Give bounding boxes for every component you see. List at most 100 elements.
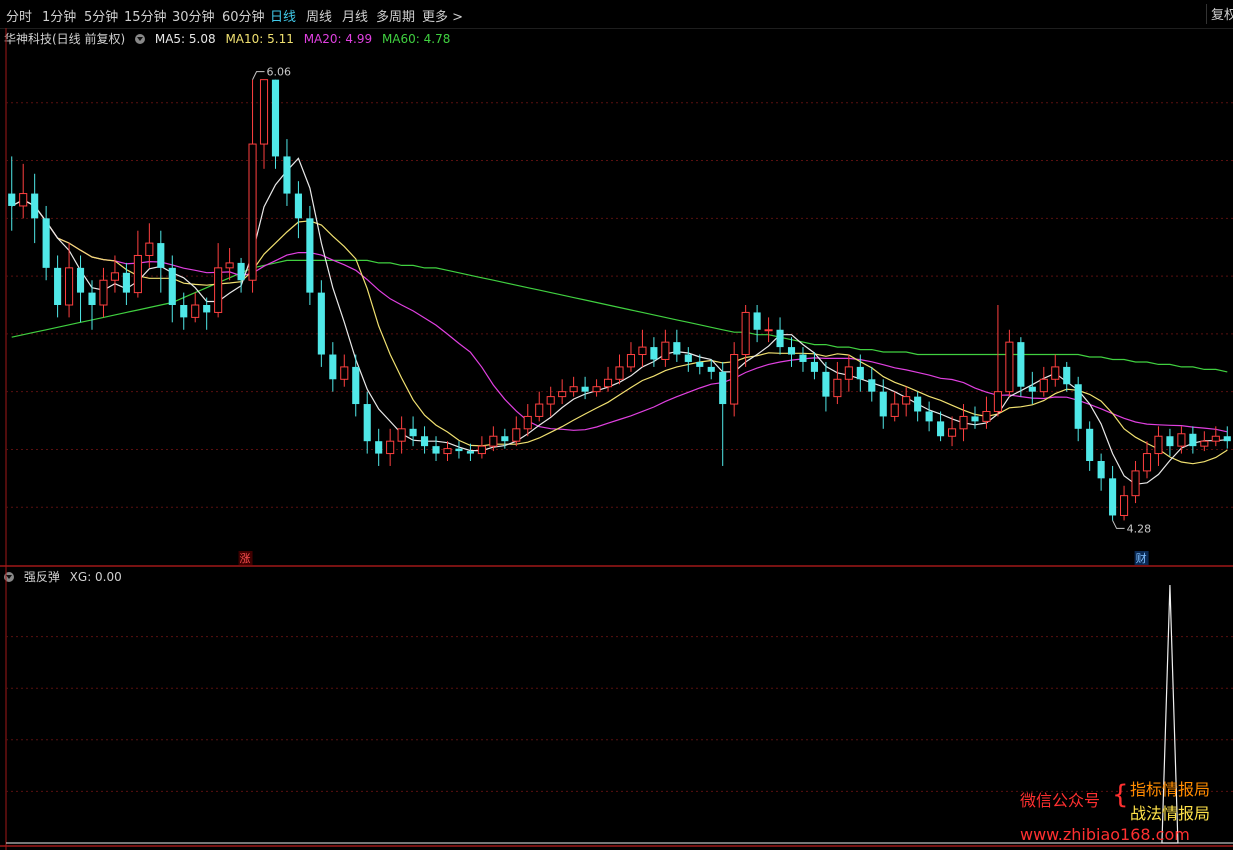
candle-body bbox=[603, 378, 613, 388]
candle-body bbox=[225, 262, 234, 269]
candle-body bbox=[65, 267, 74, 306]
candle-body bbox=[810, 361, 818, 372]
candle-body bbox=[741, 311, 750, 356]
candle-body bbox=[1028, 386, 1036, 392]
badge-up: 涨 bbox=[240, 552, 251, 565]
candle-body bbox=[914, 396, 922, 412]
candle-body bbox=[1005, 341, 1014, 393]
candle-body bbox=[581, 386, 589, 392]
candle-body bbox=[523, 415, 532, 430]
candle-body bbox=[1142, 453, 1152, 472]
candle-body bbox=[133, 254, 142, 294]
candle-body bbox=[868, 379, 876, 392]
candle-body bbox=[214, 267, 223, 313]
candle-body bbox=[363, 404, 371, 442]
candle-body bbox=[54, 267, 62, 305]
watermark-line1: 指标情报局 bbox=[1130, 780, 1211, 799]
ma10-line bbox=[11, 199, 1228, 465]
candle-body bbox=[1017, 342, 1025, 387]
ma5-line bbox=[11, 157, 1228, 485]
candle-body bbox=[696, 361, 704, 367]
candle-body bbox=[937, 421, 945, 437]
candle-body bbox=[1051, 366, 1060, 380]
low-marker bbox=[1112, 520, 1125, 529]
candle-body bbox=[375, 441, 383, 454]
candle-body bbox=[432, 446, 440, 454]
candle-body bbox=[122, 272, 130, 293]
candle-body bbox=[99, 279, 108, 306]
watermark-left: 微信公众号 bbox=[1020, 791, 1101, 810]
candle-body bbox=[386, 440, 395, 455]
candle-body bbox=[237, 262, 245, 281]
candle-body bbox=[719, 371, 727, 405]
candle-body bbox=[76, 267, 85, 293]
high-label: 6.06 bbox=[267, 66, 292, 79]
candle-body bbox=[306, 218, 314, 293]
candle-body bbox=[42, 218, 50, 268]
candle-body bbox=[558, 391, 567, 398]
candle-body bbox=[1097, 461, 1105, 479]
candle-body bbox=[180, 305, 188, 318]
candle-body bbox=[638, 346, 647, 356]
candle-body bbox=[925, 411, 933, 422]
candle-body bbox=[421, 436, 429, 447]
candle-body bbox=[1211, 435, 1220, 442]
candle-body bbox=[1223, 436, 1231, 442]
candle-body bbox=[19, 193, 28, 207]
candle-body bbox=[145, 242, 154, 256]
candle-body bbox=[947, 428, 957, 437]
low-label: 4.28 bbox=[1127, 522, 1152, 535]
candle-body bbox=[982, 410, 991, 422]
candle-body bbox=[569, 386, 578, 393]
candle-body bbox=[546, 396, 555, 405]
high-marker bbox=[252, 71, 265, 80]
candle-body bbox=[409, 428, 417, 437]
candle-body bbox=[592, 386, 601, 393]
candle-body bbox=[1074, 384, 1082, 429]
candle-body bbox=[1063, 366, 1071, 385]
candle-body bbox=[31, 193, 39, 219]
candle-body bbox=[615, 366, 624, 380]
candle-body bbox=[397, 428, 406, 442]
candle-body bbox=[110, 272, 119, 281]
candle-body bbox=[317, 292, 325, 355]
watermark-line2: 战法情报局 bbox=[1130, 804, 1211, 823]
candle-body bbox=[1039, 378, 1048, 393]
candle-body bbox=[626, 354, 636, 368]
candle-body bbox=[157, 243, 165, 268]
candle-body bbox=[1120, 495, 1129, 516]
candle-body bbox=[168, 267, 176, 305]
candle-body bbox=[1177, 433, 1186, 447]
candle-body bbox=[764, 329, 773, 332]
candle-body bbox=[88, 292, 96, 305]
candle-body bbox=[799, 354, 807, 362]
candle-body bbox=[248, 143, 257, 281]
badge-fin: 财 bbox=[1136, 551, 1147, 565]
candle-body bbox=[879, 391, 887, 417]
watermark-url: www.zhibiao168.com bbox=[1020, 825, 1190, 844]
candle-body bbox=[535, 403, 544, 417]
candle-body bbox=[1200, 440, 1209, 447]
candle-body bbox=[294, 193, 302, 219]
candle-body bbox=[203, 305, 211, 313]
candle-body bbox=[776, 329, 784, 348]
candle-body bbox=[661, 341, 670, 360]
candle-body bbox=[259, 79, 269, 145]
candle-body bbox=[1086, 428, 1094, 461]
candle-body bbox=[787, 347, 796, 355]
watermark-brace: { bbox=[1112, 780, 1129, 810]
candle-body bbox=[512, 428, 521, 442]
candle-body bbox=[959, 415, 968, 430]
candle-body bbox=[1109, 478, 1117, 516]
candle-body bbox=[352, 366, 360, 405]
candle-body bbox=[707, 366, 715, 372]
candle-body bbox=[8, 193, 16, 206]
candle-body bbox=[902, 396, 911, 405]
candle-body bbox=[890, 403, 899, 417]
candle-body bbox=[443, 448, 452, 455]
candle-body bbox=[993, 391, 1002, 412]
candle-body bbox=[283, 156, 291, 194]
kline-chart[interactable]: 6.06 4.28 涨 财 bbox=[0, 0, 1233, 850]
candle-body bbox=[684, 354, 692, 362]
candle-body bbox=[753, 312, 761, 330]
